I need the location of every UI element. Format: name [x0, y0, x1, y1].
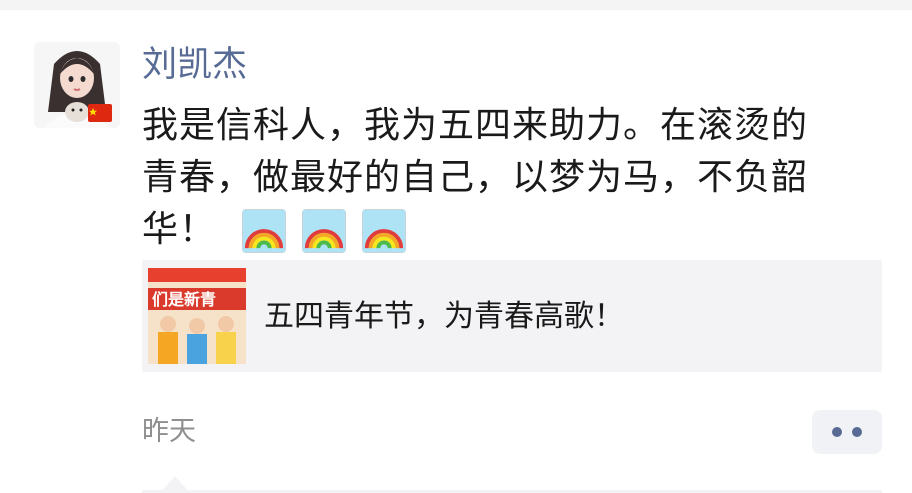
rainbow-icon	[242, 209, 287, 253]
rainbow-icon	[302, 209, 347, 253]
author-name[interactable]: 刘凯杰	[142, 42, 247, 88]
shared-link-card[interactable]: 们是新青 五四青年节，为青春高歌！	[142, 260, 882, 372]
content-line: 青春，做最好的自己，以梦为马，不负韶	[142, 157, 809, 198]
rainbow-icon	[362, 209, 407, 253]
emoji-row	[242, 209, 407, 253]
dot	[832, 427, 842, 437]
content-line: 华！	[142, 209, 217, 250]
avatar-image	[34, 42, 120, 128]
thumbnail-banner-text: 们是新青	[152, 290, 216, 309]
post-content: 我是信科人，我为五四来助力。在滚烫的 青春，做最好的自己，以梦为马，不负韶 华！	[142, 100, 862, 256]
dot	[852, 427, 862, 437]
content-line-last: 华！	[142, 204, 862, 256]
more-dots-icon[interactable]	[812, 410, 882, 454]
content-line: 我是信科人，我为五四来助力。在滚烫的	[142, 105, 809, 146]
link-title: 五四青年节，为青春高歌！	[264, 299, 624, 334]
link-thumbnail: 们是新青	[148, 268, 246, 364]
top-divider	[0, 0, 912, 10]
avatar[interactable]	[34, 42, 120, 128]
post-time: 昨天	[142, 416, 196, 447]
